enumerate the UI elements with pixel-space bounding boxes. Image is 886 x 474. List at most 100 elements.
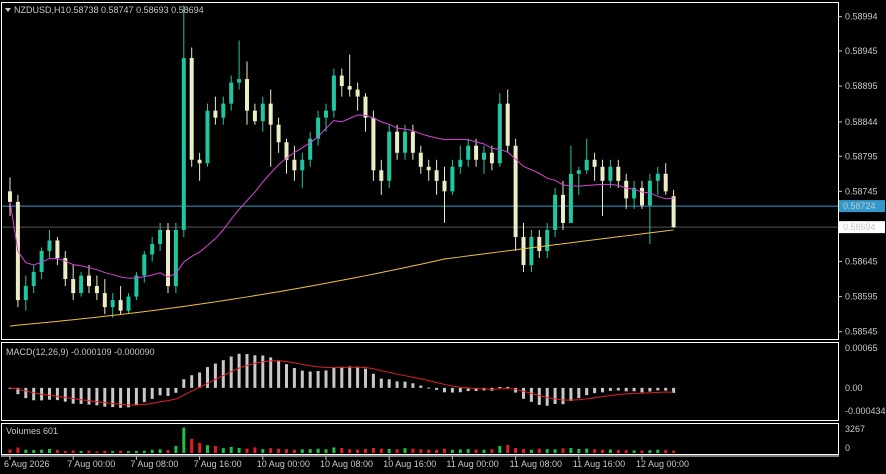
macd-histogram-bar xyxy=(150,387,154,399)
collapse-triangle-icon[interactable] xyxy=(5,8,11,12)
volume-bar xyxy=(435,449,439,453)
price-chart[interactable]: 0.58994 0.58945 0.58895 0.58844 0.58795 0.587… xyxy=(0,0,886,474)
candle-body xyxy=(94,286,99,294)
volume-bar xyxy=(285,449,288,453)
volume-bar xyxy=(87,450,91,453)
candle-body xyxy=(482,152,486,160)
volume-bar xyxy=(71,450,75,453)
candle-body xyxy=(110,300,115,308)
macd-histogram-bar xyxy=(158,387,162,396)
volume-bar xyxy=(474,449,478,453)
volume-bar xyxy=(608,449,612,453)
volume-bar xyxy=(419,449,423,453)
macd-histogram-bar xyxy=(198,372,202,388)
candle-body xyxy=(181,58,186,230)
candle-body xyxy=(592,159,597,167)
last-price-label: 0.58694 xyxy=(843,222,876,232)
volume-bar xyxy=(632,450,636,453)
candle-body xyxy=(300,159,305,171)
macd-histogram-bar xyxy=(419,385,423,388)
macd-histogram-bar xyxy=(553,387,557,404)
macd-histogram-bar xyxy=(142,387,146,403)
candle-body xyxy=(324,110,328,118)
macd-histogram-bar xyxy=(569,387,573,402)
volume-bar xyxy=(24,449,28,453)
candle-body xyxy=(292,159,297,171)
price-tick-label: 0.58745 xyxy=(845,186,878,196)
time-tick-label: 10 Aug 08:00 xyxy=(320,459,373,469)
macd-histogram-bar xyxy=(608,387,612,391)
macd-histogram-bar xyxy=(182,379,186,388)
macd-histogram-bar xyxy=(577,387,581,399)
candle-body xyxy=(102,293,107,308)
candle-body xyxy=(213,110,218,118)
ma-fast-line xyxy=(9,114,674,279)
macd-histogram-bar xyxy=(32,387,36,401)
volume-bar xyxy=(158,449,162,453)
candle-body xyxy=(252,110,257,122)
macd-histogram-bar xyxy=(103,387,107,407)
candle-body xyxy=(347,86,352,90)
macd-histogram-bar xyxy=(206,367,209,388)
price-tick-label: 0.58545 xyxy=(845,327,878,337)
candle-body xyxy=(561,194,565,223)
macd-histogram-bar xyxy=(403,381,407,388)
volume-bar xyxy=(537,448,541,453)
time-tick-label: 10 Aug 00:00 xyxy=(257,459,310,469)
candle-body xyxy=(245,79,249,111)
macd-histogram-bar xyxy=(174,387,178,393)
macd-histogram-bar xyxy=(79,387,83,404)
candle-body xyxy=(537,236,542,251)
volume-bar xyxy=(213,446,217,453)
candle-body xyxy=(403,131,407,153)
volume-bar xyxy=(450,449,454,453)
macd-histogram-bar xyxy=(411,383,415,388)
volume-bar xyxy=(356,449,360,453)
macd-histogram-bar xyxy=(134,387,138,406)
candle-body xyxy=(663,173,668,192)
macd-tick-label: 0.00 xyxy=(845,383,863,393)
candle-body xyxy=(118,300,123,311)
price-tick-label: 0.58994 xyxy=(845,12,878,22)
macd-histogram-bar xyxy=(664,387,668,391)
candle-body xyxy=(71,279,76,294)
candle-body xyxy=(410,131,415,153)
macd-histogram-bar xyxy=(63,387,67,402)
volume-bar xyxy=(229,446,233,453)
volume-bar xyxy=(142,450,146,453)
macd-histogram-bar xyxy=(387,379,391,388)
volume-bar xyxy=(182,427,186,453)
volume-tick-label: 3267 xyxy=(845,424,865,434)
candle-body xyxy=(521,236,526,266)
macd-histogram-bar xyxy=(213,363,217,388)
candle-body xyxy=(576,170,581,174)
candle-body xyxy=(371,117,376,171)
volume-bar xyxy=(601,449,604,453)
ma-slow-line xyxy=(9,229,674,327)
macd-histogram-bar xyxy=(24,387,28,399)
symbol-label: NZDUSD,H1 xyxy=(14,5,66,15)
volume-bar xyxy=(395,449,399,453)
ohlc-readout: 0.58738 0.58747 0.58693 0.58694 xyxy=(66,5,204,15)
volume-bar xyxy=(364,448,367,453)
macd-histogram-bar xyxy=(127,387,130,408)
volume-bar xyxy=(482,449,486,453)
volume-bar xyxy=(190,439,194,453)
candle-body xyxy=(553,194,558,230)
volume-bar xyxy=(458,449,462,453)
macd-histogram-bar xyxy=(371,373,375,388)
price-tick-label: 0.58795 xyxy=(845,151,878,161)
candle-body xyxy=(434,170,439,181)
volume-bar xyxy=(340,448,344,453)
macd-histogram-bar xyxy=(514,387,518,393)
volume-bar xyxy=(261,449,265,453)
macd-histogram-bar xyxy=(379,378,383,388)
volume-bar xyxy=(40,449,44,453)
candle-body xyxy=(418,152,423,167)
macd-histogram-bar xyxy=(427,387,431,389)
volume-bar xyxy=(577,448,581,453)
macd-histogram-bar xyxy=(450,387,454,393)
macd-histogram-bar xyxy=(506,386,510,388)
volume-bar xyxy=(8,449,12,453)
volume-bar xyxy=(664,450,668,453)
